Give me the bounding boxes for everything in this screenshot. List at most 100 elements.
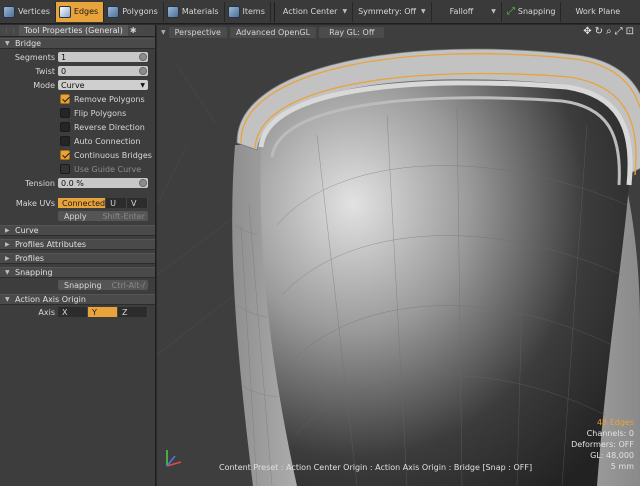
snapping-button[interactable]: ⤢ Snapping bbox=[502, 1, 562, 22]
twist-field[interactable]: 0 bbox=[58, 66, 148, 76]
axis-label: Axis bbox=[38, 307, 55, 317]
use-guide-curve-checkbox bbox=[60, 164, 70, 174]
top-toolbar: Vertices Edges Polygons Materials Items … bbox=[0, 0, 640, 24]
section-bridge[interactable]: ▼ Bridge bbox=[0, 38, 155, 49]
snapping-row: Snapping Ctrl-Alt-/ bbox=[0, 278, 155, 292]
gl-info: GL: 48,000 bbox=[590, 451, 634, 460]
symmetry-dropdown[interactable]: Symmetry: Off ▼ bbox=[353, 1, 432, 22]
apply-row: Apply Shift-Enter bbox=[0, 210, 155, 222]
flip-polygons-checkbox[interactable] bbox=[60, 108, 70, 118]
view-perspective-tab[interactable]: Perspective bbox=[168, 26, 227, 38]
apply-button[interactable]: Apply Shift-Enter bbox=[58, 211, 148, 221]
falloff-dropdown[interactable]: Falloff ▼ bbox=[432, 1, 502, 22]
auto-connection-checkbox[interactable] bbox=[60, 136, 70, 146]
grip-icon[interactable]: ⋮⋮ bbox=[3, 27, 17, 35]
section-curve[interactable]: ▶ Curve bbox=[0, 225, 155, 236]
chevron-down-icon: ▼ bbox=[491, 8, 496, 15]
auto-connection-option[interactable]: Auto Connection bbox=[0, 134, 155, 148]
axis-z-option[interactable]: Z bbox=[118, 307, 148, 317]
make-uvs-u-option[interactable]: U bbox=[106, 198, 128, 208]
work-plane-button[interactable]: Work Plane bbox=[561, 2, 625, 22]
shading-mode-tab[interactable]: Advanced OpenGL bbox=[229, 26, 317, 38]
mode-label: Mode bbox=[33, 80, 55, 90]
polygons-icon bbox=[107, 5, 120, 18]
tension-field[interactable]: 0.0 % bbox=[58, 178, 148, 188]
channels-info: Channels: 0 bbox=[586, 429, 634, 438]
make-uvs-row: Make UVs Connected U V bbox=[0, 196, 155, 210]
fit-icon[interactable]: ⤢ bbox=[615, 26, 623, 37]
reverse-direction-option[interactable]: Reverse Direction bbox=[0, 120, 155, 134]
make-uvs-v-option[interactable]: V bbox=[127, 198, 149, 208]
chevron-down-icon: ▼ bbox=[5, 269, 10, 276]
use-guide-curve-option: Use Guide Curve bbox=[0, 162, 155, 176]
ray-gl-tab[interactable]: Ray GL: Off bbox=[319, 26, 385, 38]
snapping-toggle-button[interactable]: Snapping Ctrl-Alt-/ bbox=[58, 280, 148, 290]
reverse-direction-checkbox[interactable] bbox=[60, 122, 70, 132]
3d-viewport[interactable]: ▼ Perspective Advanced OpenGL Ray GL: Of… bbox=[157, 25, 640, 486]
section-action-axis-origin[interactable]: ▼ Action Axis Origin bbox=[0, 294, 155, 305]
twist-label: Twist bbox=[35, 66, 55, 76]
segments-field[interactable]: 1 bbox=[58, 52, 148, 62]
mode-row: Mode Curve ▼ bbox=[0, 78, 155, 92]
axis-row: Axis X Y Z bbox=[0, 305, 155, 319]
edges-mode-button[interactable]: Edges bbox=[55, 1, 105, 22]
maximize-icon[interactable]: ⊡ bbox=[626, 26, 634, 37]
vertices-mode-button[interactable]: Vertices bbox=[0, 1, 56, 22]
action-center-dropdown[interactable]: Action Center ▼ bbox=[278, 1, 354, 22]
slider-knob-icon[interactable] bbox=[139, 53, 147, 61]
make-uvs-selector: Connected U V bbox=[58, 198, 149, 208]
mode-dropdown[interactable]: Curve ▼ bbox=[58, 80, 148, 90]
zoom-icon[interactable]: ⌕ bbox=[606, 26, 612, 37]
deformers-info: Deformers: OFF bbox=[571, 440, 634, 449]
materials-mode-button[interactable]: Materials bbox=[164, 1, 225, 22]
polygons-mode-button[interactable]: Polygons bbox=[104, 1, 164, 22]
continuous-bridges-option[interactable]: Continuous Bridges bbox=[0, 148, 155, 162]
tension-label: Tension bbox=[25, 178, 55, 188]
segments-row: Segments 1 bbox=[0, 50, 155, 64]
chevron-down-icon: ▼ bbox=[140, 81, 145, 89]
rotate-icon[interactable]: ↻ bbox=[595, 26, 603, 37]
section-profiles-attributes[interactable]: ▶ Profiles Attributes bbox=[0, 239, 155, 250]
axis-y-option[interactable]: Y bbox=[88, 307, 118, 317]
chevron-right-icon: ▶ bbox=[5, 255, 10, 262]
viewport-info: 48 Edges Channels: 0 Deformers: OFF GL: … bbox=[571, 417, 634, 472]
section-profiles[interactable]: ▶ Profiles bbox=[0, 253, 155, 264]
chevron-down-icon: ▼ bbox=[342, 8, 348, 15]
toolbar-divider bbox=[273, 1, 275, 22]
panel-tab-title[interactable]: Tool Properties (General) bbox=[19, 25, 128, 36]
section-snapping[interactable]: ▼ Snapping bbox=[0, 267, 155, 278]
make-uvs-label: Make UVs bbox=[15, 198, 55, 208]
items-mode-button[interactable]: Items bbox=[225, 1, 271, 22]
remove-polygons-option[interactable]: Remove Polygons bbox=[0, 92, 155, 106]
gear-icon[interactable]: ✱ bbox=[130, 26, 137, 35]
tension-row: Tension 0.0 % bbox=[0, 176, 155, 190]
chevron-right-icon: ▶ bbox=[5, 227, 10, 234]
edges-icon bbox=[58, 5, 71, 18]
viewport-render bbox=[157, 48, 640, 486]
flip-polygons-option[interactable]: Flip Polygons bbox=[0, 106, 155, 120]
viewport-header: ▼ Perspective Advanced OpenGL Ray GL: Of… bbox=[157, 25, 640, 39]
twist-row: Twist 0 bbox=[0, 64, 155, 78]
chevron-down-icon: ▼ bbox=[5, 296, 10, 303]
grid-scale-info: 5 mm bbox=[610, 462, 634, 471]
snap-magnet-icon: ⤢ bbox=[506, 6, 515, 17]
axis-x-option[interactable]: X bbox=[58, 307, 88, 317]
tool-properties-panel: ⋮⋮ Tool Properties (General) ✱ ▼ Bridge S… bbox=[0, 25, 156, 486]
pan-icon[interactable]: ✥ bbox=[583, 26, 591, 37]
panel-tab-bar: ⋮⋮ Tool Properties (General) ✱ bbox=[0, 25, 155, 37]
slider-knob-icon[interactable] bbox=[139, 179, 147, 187]
make-uvs-connected-option[interactable]: Connected bbox=[58, 198, 107, 208]
viewport-menu-icon[interactable]: ▼ bbox=[161, 29, 166, 36]
continuous-bridges-checkbox[interactable] bbox=[60, 150, 70, 160]
chevron-down-icon: ▼ bbox=[421, 8, 426, 15]
slider-knob-icon[interactable] bbox=[139, 67, 147, 75]
materials-icon bbox=[166, 5, 179, 18]
axis-gizmo-icon bbox=[166, 450, 182, 467]
chevron-down-icon: ▼ bbox=[5, 40, 10, 47]
axis-selector: X Y Z bbox=[58, 307, 148, 317]
viewport-status-line: Content Preset : Action Center Origin : … bbox=[219, 463, 533, 472]
selection-mode-group: Vertices Edges Polygons Materials Items bbox=[0, 1, 271, 22]
items-icon bbox=[227, 5, 240, 18]
viewport-nav-icons: ✥ ↻ ⌕ ⤢ ⊡ bbox=[583, 26, 634, 37]
remove-polygons-checkbox[interactable] bbox=[60, 94, 70, 104]
